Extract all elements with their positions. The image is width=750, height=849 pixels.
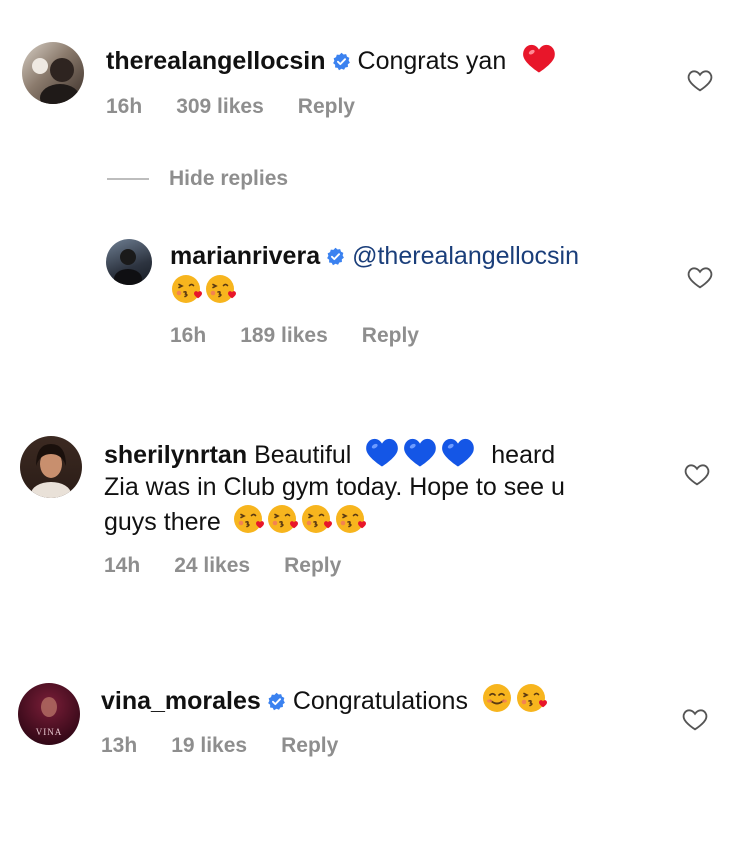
face-blowing-kiss-emoji-icon [300, 503, 332, 535]
likes-count[interactable]: 19 likes [171, 734, 247, 758]
avatar[interactable] [106, 239, 152, 285]
username[interactable]: marianrivera [170, 242, 320, 270]
comment-text: guys there [104, 508, 221, 536]
comment-meta: 13h 19 likes Reply [101, 734, 372, 758]
comment-text: Congratulations [292, 687, 468, 715]
reply-button[interactable]: Reply [298, 95, 355, 119]
likes-count[interactable]: 309 likes [176, 95, 264, 119]
avatar[interactable]: VINA [18, 683, 80, 745]
blue-heart-emoji-icon [402, 436, 438, 468]
reply-button[interactable]: Reply [284, 554, 341, 578]
comment-body: vina_morales Congratulations [101, 682, 549, 718]
verified-badge-icon [326, 247, 345, 266]
blue-heart-emoji-icon [364, 436, 400, 468]
timestamp[interactable]: 13h [101, 734, 137, 758]
like-heart-icon[interactable] [684, 462, 710, 486]
likes-count[interactable]: 189 likes [240, 324, 328, 348]
username[interactable]: therealangellocsin [106, 47, 326, 75]
blue-heart-emoji-icon [440, 436, 476, 468]
comment-text: Congrats yan [357, 47, 507, 75]
avatar[interactable] [20, 436, 82, 498]
comment-meta: 14h 24 likes Reply [104, 554, 375, 578]
username[interactable]: vina_morales [101, 687, 261, 715]
timestamp[interactable]: 14h [104, 554, 140, 578]
face-blowing-kiss-emoji-icon [170, 273, 202, 305]
face-blowing-kiss-emoji-icon [266, 503, 298, 535]
like-heart-icon[interactable] [682, 707, 708, 731]
reply-button[interactable]: Reply [281, 734, 338, 758]
username[interactable]: sherilynrtan [104, 441, 247, 469]
reply-button[interactable]: Reply [362, 324, 419, 348]
face-blowing-kiss-emoji-icon [204, 273, 236, 305]
comment-text: heard [491, 441, 556, 469]
timestamp[interactable]: 16h [170, 324, 206, 348]
mention-link[interactable]: @therealangellocsin [352, 242, 579, 270]
hide-replies-label: Hide replies [169, 167, 289, 190]
likes-count[interactable]: 24 likes [174, 554, 250, 578]
comment-body: sherilynrtan Beautiful heard [104, 436, 555, 472]
comment-meta: 16h 189 likes Reply [170, 324, 453, 348]
avatar[interactable] [22, 42, 84, 104]
avatar-photo [32, 58, 80, 104]
avatar-logo-text: VINA [36, 727, 63, 737]
verified-badge-icon [332, 52, 351, 71]
face-blowing-kiss-emoji-icon [334, 503, 366, 535]
avatar-photo [114, 249, 142, 285]
divider-line [107, 178, 149, 180]
smiling-face-emoji-icon [481, 682, 513, 714]
like-heart-icon[interactable] [687, 68, 713, 92]
hide-replies-button[interactable]: Hide replies [107, 167, 288, 191]
comment-body: marianrivera @therealangellocsin [170, 239, 579, 273]
comment-text-line3: guys there [104, 503, 368, 539]
comment-emoji-line [170, 273, 238, 309]
avatar-photo: VINA [36, 697, 63, 737]
face-blowing-kiss-emoji-icon [232, 503, 264, 535]
verified-badge-icon [267, 692, 286, 711]
red-heart-emoji-icon [521, 42, 557, 74]
timestamp[interactable]: 16h [106, 95, 142, 119]
comment-meta: 16h 309 likes Reply [106, 95, 389, 119]
comment-body: therealangellocsin Congrats yan [106, 42, 559, 78]
comment-text: Beautiful [254, 441, 352, 469]
face-blowing-kiss-emoji-icon [515, 682, 547, 714]
like-heart-icon[interactable] [687, 265, 713, 289]
avatar-photo [31, 444, 71, 498]
comment-text-line2: Zia was in Club gym today. Hope to see u [104, 473, 565, 501]
